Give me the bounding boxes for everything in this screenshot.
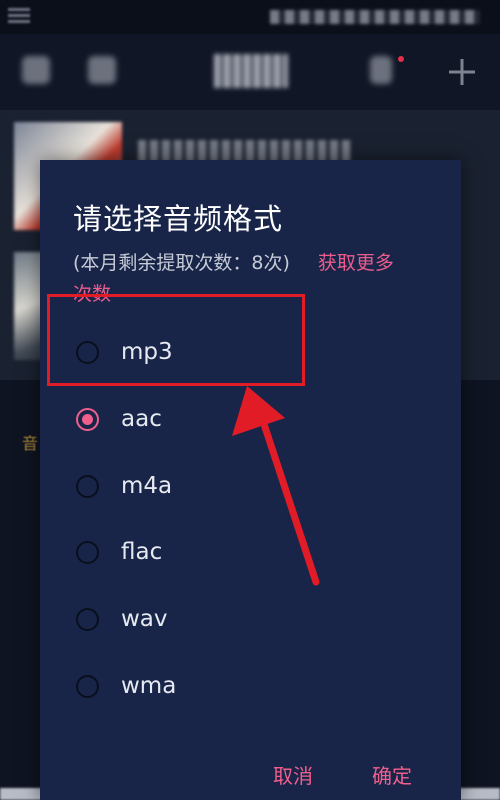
format-label: flac [121,539,163,565]
settings-icon[interactable] [22,56,50,84]
radio-button-icon[interactable] [76,407,99,431]
cancel-button[interactable]: 取消 [273,760,313,789]
radio-button-icon[interactable] [76,474,99,498]
format-label: aac [121,406,162,432]
format-label: m4a [121,473,173,499]
background-label: 音 [22,434,39,453]
star-icon[interactable] [88,56,116,84]
format-label: wma [121,673,177,699]
format-option-flac[interactable]: flac [76,528,406,576]
dialog-actions: 取消 确定 [40,760,461,790]
status-icons [270,10,480,24]
radio-button-icon[interactable] [76,607,99,631]
audio-format-dialog: 请选择音频格式 (本月剩余提取次数：8次) 获取更多 次数 mp3 aac m4a… [40,160,461,800]
media-title [138,140,352,162]
menu-icon [8,8,30,24]
add-icon[interactable] [446,56,478,88]
status-bar [0,0,500,34]
confirm-button[interactable]: 确定 [372,760,412,789]
format-option-aac[interactable]: aac [76,395,406,443]
format-label: wav [121,606,168,632]
header-title [214,54,288,88]
app-header [0,34,500,110]
dialog-title: 请选择音频格式 [73,202,284,236]
highlight-box [47,294,305,386]
format-option-wav[interactable]: wav [76,595,406,643]
get-more-link[interactable]: 获取更多 [318,252,394,274]
notification-icon[interactable] [370,56,392,84]
format-option-m4a[interactable]: m4a [76,462,406,510]
radio-button-icon[interactable] [76,674,99,698]
format-option-wma[interactable]: wma [76,662,406,710]
quota-text: (本月剩余提取次数：8次) [73,252,290,274]
radio-button-icon[interactable] [76,540,99,564]
notification-dot [398,56,404,62]
